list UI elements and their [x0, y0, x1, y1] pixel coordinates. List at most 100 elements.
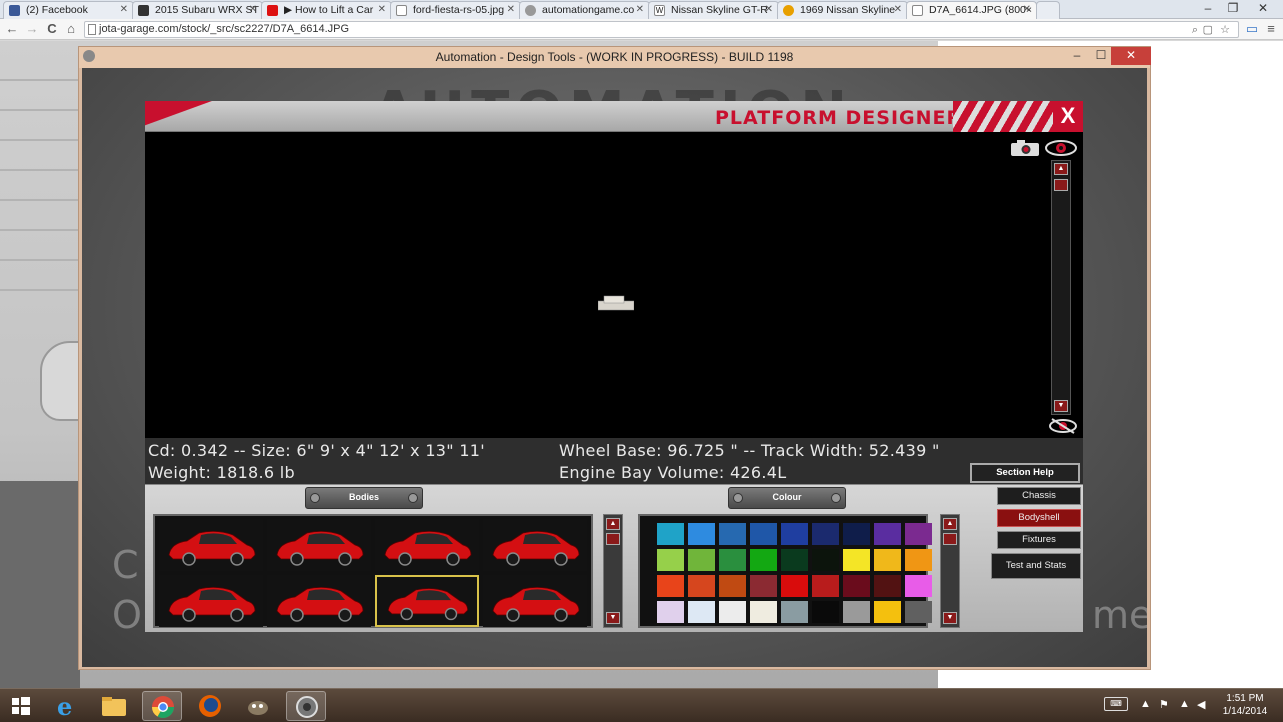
section-help-button[interactable]: Section Help: [970, 463, 1080, 483]
colour-swatch[interactable]: [657, 601, 684, 623]
colour-swatch[interactable]: [750, 523, 777, 545]
close-icon[interactable]: ✕: [120, 4, 128, 15]
colour-scrollbar[interactable]: ▲ ▼: [940, 514, 960, 628]
close-button[interactable]: ✕: [1250, 0, 1276, 17]
tab-automationgame[interactable]: automationgame.co ✕: [519, 1, 650, 19]
tab-chassis[interactable]: Chassis: [997, 487, 1081, 505]
close-icon[interactable]: ✕: [378, 4, 386, 15]
eye-off-icon[interactable]: [1048, 417, 1078, 435]
eye-icon[interactable]: [1045, 139, 1077, 157]
colour-swatch[interactable]: [874, 549, 901, 571]
colour-swatch[interactable]: [750, 575, 777, 597]
colour-swatch[interactable]: [874, 575, 901, 597]
body-thumbnail[interactable]: [375, 519, 479, 571]
viewport-scrollbar[interactable]: ▲ ▼: [1051, 160, 1071, 415]
colour-swatch[interactable]: [843, 575, 870, 597]
scroll-thumb[interactable]: [943, 533, 957, 545]
scroll-thumb[interactable]: [1054, 179, 1068, 191]
colour-swatch[interactable]: [812, 575, 839, 597]
colour-swatch[interactable]: [781, 523, 808, 545]
flag-icon[interactable]: ⚑: [1159, 698, 1169, 711]
tab-nissan-wiki[interactable]: W Nissan Skyline GT-R ✕: [648, 1, 779, 19]
zoom-icon[interactable]: ⌕: [1192, 23, 1198, 38]
colour-swatch[interactable]: [874, 601, 901, 623]
colour-swatch[interactable]: [905, 523, 932, 545]
gimp-icon[interactable]: [238, 691, 278, 721]
address-bar[interactable]: jota-garage.com/stock/_src/sc2227/D7A_66…: [84, 21, 1239, 38]
firefox-icon[interactable]: [190, 691, 230, 721]
colour-swatch[interactable]: [874, 523, 901, 545]
tab-facebook[interactable]: (2) Facebook ✕: [3, 1, 134, 19]
body-thumbnail[interactable]: [483, 519, 587, 571]
tab-1969-skyline[interactable]: 1969 Nissan Skyline ✕: [777, 1, 908, 19]
tab-fixtures[interactable]: Fixtures: [997, 531, 1081, 549]
bookmark-star-icon[interactable]: ☆: [1220, 23, 1230, 38]
colour-swatch[interactable]: [657, 549, 684, 571]
colour-swatch[interactable]: [750, 549, 777, 571]
scroll-down-icon[interactable]: ▼: [943, 612, 957, 624]
close-icon[interactable]: ✕: [636, 4, 644, 15]
back-button[interactable]: ←: [3, 21, 21, 38]
scroll-thumb[interactable]: [606, 533, 620, 545]
tab-ford-fiesta[interactable]: ford-fiesta-rs-05.jpg ✕: [390, 1, 521, 19]
reload-button[interactable]: C: [43, 21, 61, 38]
tab-d7a-6614[interactable]: D7A_6614.JPG (800× ✕: [906, 1, 1037, 20]
cast-icon[interactable]: ▭: [1243, 21, 1261, 38]
system-clock[interactable]: 1:51 PM 1/14/2014: [1210, 692, 1280, 718]
network-icon[interactable]: ▲: [1179, 698, 1190, 710]
scroll-up-icon[interactable]: ▲: [943, 518, 957, 530]
body-thumbnail[interactable]: [483, 575, 587, 627]
colour-swatch[interactable]: [688, 575, 715, 597]
colour-swatch[interactable]: [719, 575, 746, 597]
start-button[interactable]: [2, 691, 38, 721]
volume-icon[interactable]: ◀: [1197, 698, 1205, 711]
colour-swatch[interactable]: [843, 549, 870, 571]
body-thumbnail[interactable]: [159, 519, 263, 571]
body-thumbnail[interactable]: [267, 519, 371, 571]
colour-swatch[interactable]: [781, 601, 808, 623]
new-tab-button[interactable]: [1036, 1, 1060, 19]
game-title-bar[interactable]: Automation - Design Tools - (WORK IN PRO…: [79, 47, 1151, 68]
colour-swatch[interactable]: [905, 575, 932, 597]
camera-icon[interactable]: [1010, 139, 1040, 157]
keyboard-icon[interactable]: ⌨: [1104, 697, 1128, 711]
colour-swatch[interactable]: [905, 601, 932, 623]
bodies-scrollbar[interactable]: ▲ ▼: [603, 514, 623, 628]
colour-swatch[interactable]: [905, 549, 932, 571]
scroll-down-icon[interactable]: ▼: [1054, 400, 1068, 412]
tab-youtube[interactable]: ▶ How to Lift a Car ✕: [261, 1, 392, 19]
colour-swatch[interactable]: [781, 549, 808, 571]
colour-swatch[interactable]: [719, 601, 746, 623]
colour-swatch[interactable]: [843, 601, 870, 623]
colour-swatch[interactable]: [688, 523, 715, 545]
close-icon[interactable]: ✕: [249, 4, 257, 15]
colour-swatch[interactable]: [781, 575, 808, 597]
close-icon[interactable]: ✕: [894, 4, 902, 15]
minimize-button[interactable]: –: [1195, 0, 1221, 17]
colour-swatch[interactable]: [812, 523, 839, 545]
colour-swatch[interactable]: [688, 549, 715, 571]
body-thumbnail[interactable]: [267, 575, 371, 627]
tab-bodyshell[interactable]: Bodyshell: [997, 509, 1081, 527]
restore-button[interactable]: ❐: [1220, 0, 1246, 17]
show-hidden-icons-icon[interactable]: ▲: [1140, 698, 1151, 710]
tab-subaru[interactable]: 2015 Subaru WRX ST ✕: [132, 1, 263, 19]
automation-game-icon[interactable]: [286, 691, 326, 721]
scroll-down-icon[interactable]: ▼: [606, 612, 620, 624]
menu-icon[interactable]: ≡: [1262, 21, 1280, 38]
3d-viewport[interactable]: ▲ ▼: [145, 132, 1083, 438]
page-action-icon[interactable]: ▢: [1203, 23, 1213, 38]
forward-button[interactable]: →: [23, 21, 41, 38]
colour-swatch[interactable]: [812, 601, 839, 623]
colour-swatch[interactable]: [843, 523, 870, 545]
colour-swatch[interactable]: [750, 601, 777, 623]
chrome-icon[interactable]: [142, 691, 182, 721]
close-icon[interactable]: ✕: [765, 4, 773, 15]
designer-close-button[interactable]: X: [1053, 101, 1083, 132]
file-explorer-icon[interactable]: [94, 691, 134, 721]
colour-swatch[interactable]: [657, 575, 684, 597]
colour-swatch[interactable]: [657, 523, 684, 545]
body-thumbnail[interactable]: [375, 575, 479, 627]
body-thumbnail[interactable]: [159, 575, 263, 627]
scroll-up-icon[interactable]: ▲: [1054, 163, 1068, 175]
